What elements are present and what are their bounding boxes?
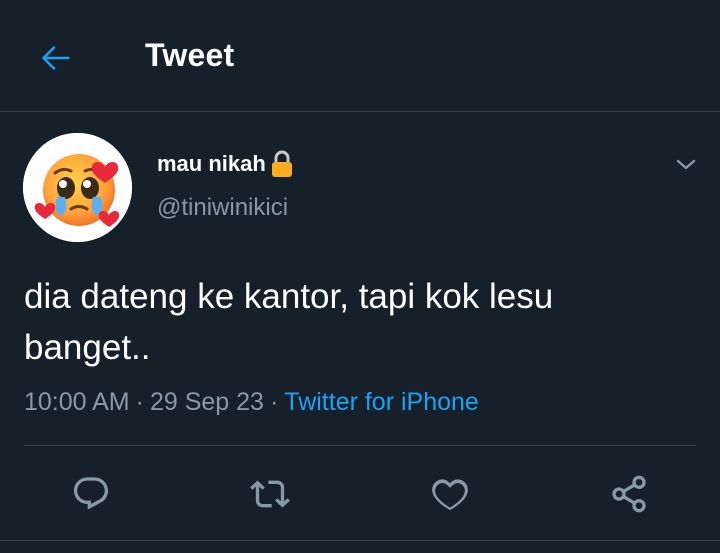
share-icon bbox=[612, 475, 646, 513]
lock-icon bbox=[271, 150, 292, 177]
meta-separator: · bbox=[135, 388, 144, 416]
chevron-down-icon bbox=[676, 159, 696, 170]
page-title: Tweet bbox=[145, 37, 235, 73]
back-button[interactable] bbox=[28, 34, 84, 82]
divider bbox=[0, 540, 720, 541]
author-display-name-row[interactable]: mau nikah bbox=[157, 150, 295, 178]
tweet-source-link[interactable]: Twitter for iPhone bbox=[284, 388, 479, 416]
author-display-name: mau nikah bbox=[157, 151, 266, 176]
pleading-face-with-hearts-emoji bbox=[23, 133, 132, 242]
retweet-button[interactable] bbox=[247, 471, 293, 517]
arrow-left-icon bbox=[41, 45, 70, 71]
tweet-actions-bar bbox=[0, 446, 720, 542]
tweet: mau nikah @tiniwinikici dia dateng ke ka… bbox=[0, 112, 720, 553]
avatar[interactable] bbox=[23, 133, 132, 242]
share-button[interactable] bbox=[606, 471, 652, 517]
tweet-detail-screen: Tweet mau nikah @tiniwinikici dia dateng… bbox=[0, 0, 720, 553]
reply-icon bbox=[73, 477, 109, 510]
tweet-menu-button[interactable] bbox=[670, 152, 702, 178]
tweet-text: dia dateng ke kantor, tapi kok lesu bang… bbox=[24, 277, 554, 367]
author-handle[interactable]: @tiniwinikici bbox=[157, 194, 288, 222]
meta-separator: · bbox=[269, 388, 279, 416]
tweet-metadata: 10:00 AM · 29 Sep 23 · Twitter for iPhone bbox=[24, 388, 479, 417]
reply-button[interactable] bbox=[68, 471, 114, 517]
heart-icon bbox=[432, 479, 468, 511]
tweet-date: 29 Sep 23 bbox=[149, 388, 264, 416]
retweet-icon bbox=[250, 480, 290, 508]
tweet-time: 10:00 AM bbox=[24, 388, 130, 416]
like-button[interactable] bbox=[427, 471, 473, 517]
top-app-bar: Tweet bbox=[0, 0, 720, 112]
